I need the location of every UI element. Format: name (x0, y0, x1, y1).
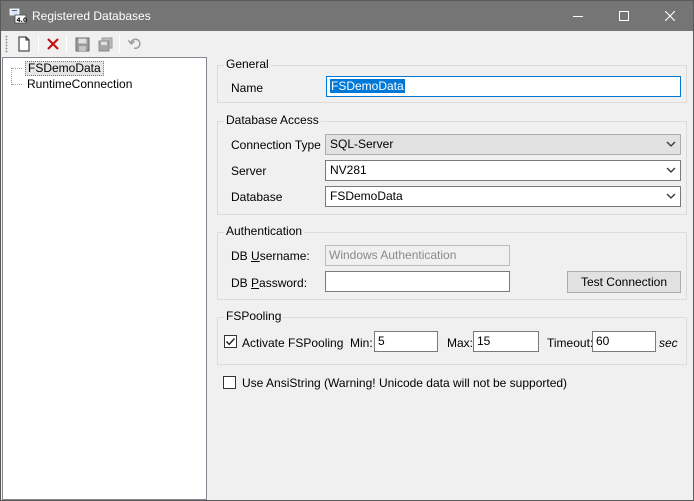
server-value: NV281 (330, 163, 367, 177)
use-ansistring-checkbox[interactable] (223, 376, 236, 389)
close-button[interactable] (647, 1, 693, 31)
name-input-value: FSDemoData (330, 79, 405, 93)
toolbar-grip[interactable] (5, 35, 8, 53)
tree-item-fsdemodata[interactable]: FSDemoData (7, 61, 197, 77)
close-icon (665, 11, 675, 21)
database-app-icon: 4.0 (9, 8, 27, 24)
group-title: General (224, 57, 271, 71)
undo-icon (128, 38, 141, 49)
chevron-down-icon (666, 167, 676, 173)
connection-type-label: Connection Type (231, 138, 321, 152)
delete-icon (47, 38, 59, 50)
database-access-group: Database Access Connection Type SQL-Serv… (217, 113, 687, 215)
connection-type-select[interactable]: SQL-Server (325, 134, 681, 155)
use-ansistring-label[interactable]: Use AnsiString (Warning! Unicode data wi… (242, 376, 567, 390)
authentication-group: Authentication DB Username: Windows Auth… (217, 224, 687, 300)
tree-item-runtimeconnection[interactable]: RuntimeConnection (7, 77, 197, 93)
minimize-button[interactable] (555, 1, 601, 31)
connection-type-value: SQL-Server (330, 137, 394, 151)
database-label: Database (231, 190, 283, 204)
save-button[interactable] (71, 33, 93, 55)
name-label: Name (231, 81, 264, 95)
group-title: Authentication (224, 224, 305, 238)
min-label: Min: (350, 336, 373, 350)
max-label: Max: (447, 336, 474, 350)
password-input[interactable] (325, 271, 510, 292)
group-title: FSPooling (224, 309, 284, 323)
activate-pooling-label[interactable]: Activate FSPooling (242, 336, 343, 350)
username-value: Windows Authentication (329, 248, 457, 262)
chevron-down-icon (666, 193, 676, 199)
test-connection-button[interactable]: Test Connection (567, 271, 681, 293)
server-label: Server (231, 164, 267, 178)
window-title: Registered Databases (32, 9, 151, 23)
undo-button[interactable] (124, 33, 146, 55)
toolbar-separator (66, 35, 67, 53)
title-bar[interactable]: 4.0 Registered Databases (1, 1, 693, 31)
general-group: General Name FSDemoData (217, 57, 687, 103)
min-value: 5 (378, 334, 385, 348)
save-all-button[interactable] (94, 33, 116, 55)
maximize-button[interactable] (601, 1, 647, 31)
timeout-unit: sec (659, 336, 678, 350)
tree-item-label: FSDemoData (25, 61, 104, 76)
toolbar (1, 31, 693, 57)
username-label: DB Username: (231, 249, 310, 263)
svg-text:4.0: 4.0 (17, 17, 28, 24)
maximize-icon (619, 11, 629, 21)
username-input[interactable]: Windows Authentication (325, 245, 510, 266)
checkmark-icon (225, 338, 236, 346)
minimize-icon (573, 16, 583, 17)
database-tree[interactable]: FSDemoData RuntimeConnection (2, 57, 207, 500)
timeout-label: Timeout: (547, 336, 594, 350)
max-value: 15 (477, 334, 491, 348)
chevron-down-icon (666, 141, 676, 147)
database-select[interactable]: FSDemoData (325, 186, 681, 207)
activate-pooling-checkbox[interactable] (224, 335, 237, 348)
registered-databases-window: 4.0 Registered Databases FSDemoData Runt… (0, 0, 694, 501)
timeout-input[interactable]: 60 (592, 331, 656, 352)
save-all-icon (98, 37, 112, 51)
save-icon (75, 37, 89, 51)
fspooling-group: FSPooling Activate FSPooling Min: 5 Max:… (217, 309, 687, 365)
server-select[interactable]: NV281 (325, 160, 681, 181)
name-input[interactable]: FSDemoData (326, 76, 681, 97)
toolbar-separator (119, 35, 120, 53)
max-input[interactable]: 15 (473, 331, 539, 352)
delete-button[interactable] (42, 33, 64, 55)
new-icon (18, 36, 30, 52)
min-input[interactable]: 5 (374, 331, 438, 352)
password-label: DB Password: (231, 276, 308, 290)
tree-item-label: RuntimeConnection (27, 77, 133, 91)
group-title: Database Access (224, 113, 321, 127)
timeout-value: 60 (596, 334, 610, 348)
new-button[interactable] (13, 33, 35, 55)
toolbar-separator (38, 35, 39, 53)
database-value: FSDemoData (330, 189, 403, 203)
